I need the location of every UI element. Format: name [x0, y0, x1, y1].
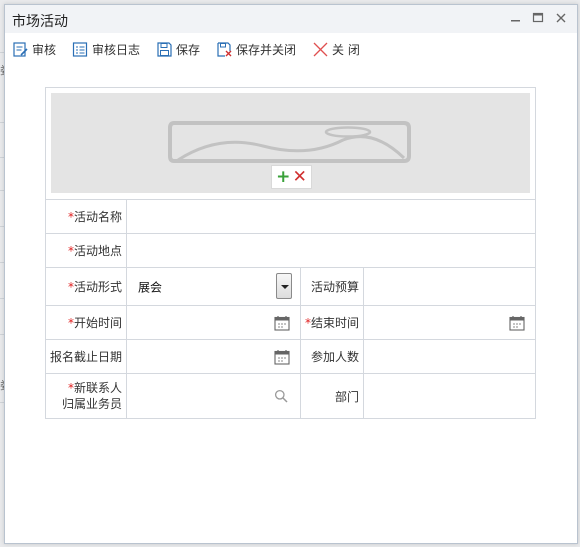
- audit-icon: [12, 41, 29, 58]
- form-type-value: 展会: [138, 280, 163, 294]
- toolbar: 审核 审核日志 保存 保存并关闭 关 闭: [5, 33, 577, 63]
- form-row-signup: 报名截止日期 参加人数: [46, 340, 535, 374]
- image-upload-row: + ✕: [46, 88, 535, 200]
- save-icon: [156, 41, 173, 58]
- minimize-icon: [511, 20, 520, 22]
- start-time-label-text: 开始时间: [73, 315, 122, 330]
- contact-label-line2: 归属业务员: [61, 397, 122, 411]
- image-placeholder-icon: [168, 121, 411, 163]
- contact-input[interactable]: [127, 374, 301, 418]
- start-time-input[interactable]: [127, 306, 301, 339]
- signup-deadline-label: 报名截止日期: [46, 340, 127, 373]
- participants-label: 参加人数: [301, 340, 364, 373]
- calendar-icon[interactable]: [274, 315, 290, 331]
- location-label-text: 活动地点: [73, 243, 122, 258]
- audit-log-button[interactable]: 审核日志: [72, 40, 140, 58]
- search-icon[interactable]: [274, 389, 288, 403]
- image-actions: + ✕: [271, 165, 312, 189]
- form-type-select[interactable]: 展会: [127, 268, 301, 305]
- form-row-activity-name: * 活动名称: [46, 200, 535, 234]
- save-label: 保存: [176, 42, 201, 57]
- form-row-time: * 开始时间 * 结束时间: [46, 306, 535, 340]
- form-type-label: * 活动形式: [46, 268, 127, 305]
- participants-input[interactable]: [364, 340, 535, 373]
- close-window-button[interactable]: [554, 11, 568, 25]
- end-time-label: * 结束时间: [301, 306, 364, 339]
- save-close-label: 保存并关闭: [236, 42, 297, 57]
- location-label: * 活动地点: [46, 234, 127, 267]
- save-and-close-button[interactable]: 保存并关闭: [216, 40, 296, 58]
- activity-name-input[interactable]: [127, 200, 535, 233]
- add-image-button[interactable]: +: [276, 168, 290, 186]
- audit-log-icon: [72, 41, 89, 58]
- form-type-label-text: 活动形式: [73, 279, 122, 294]
- save-close-icon: [216, 41, 233, 58]
- activity-form: + ✕ *活动名称 *活动地点 *活动形式 展会 活动预算 *开始时间: [45, 87, 536, 419]
- save-button[interactable]: 保存: [156, 40, 200, 58]
- close-label: 关 闭: [332, 42, 360, 57]
- maximize-button[interactable]: [531, 11, 545, 25]
- end-time-label-text: 结束时间: [310, 316, 359, 330]
- end-time-input[interactable]: [364, 306, 535, 339]
- close-icon: [556, 13, 566, 23]
- dialog-title: 市场活动: [12, 14, 68, 30]
- department-input[interactable]: [364, 374, 535, 418]
- calendar-icon[interactable]: [274, 349, 290, 365]
- title-bar[interactable]: 市场活动: [5, 5, 577, 33]
- image-placeholder[interactable]: + ✕: [51, 93, 530, 193]
- audit-label: 审核: [32, 42, 57, 57]
- signup-deadline-input[interactable]: [127, 340, 301, 373]
- form-row-form-type: * 活动形式 展会 活动预算: [46, 268, 535, 306]
- department-label: 部门: [301, 374, 364, 418]
- form-row-location: * 活动地点: [46, 234, 535, 268]
- audit-log-label: 审核日志: [92, 42, 141, 57]
- close-x-icon: [312, 41, 329, 58]
- maximize-icon: [532, 12, 544, 23]
- audit-button[interactable]: 审核: [12, 40, 56, 58]
- close-button[interactable]: 关 闭: [312, 40, 360, 58]
- budget-label: 活动预算: [301, 268, 364, 305]
- minimize-button[interactable]: [509, 11, 523, 25]
- location-input[interactable]: [127, 234, 535, 267]
- form-row-contact: *新联系人 归属业务员 部门: [46, 374, 535, 418]
- start-time-label: * 开始时间: [46, 306, 127, 339]
- contact-label-line1: 新联系人: [73, 381, 122, 395]
- contact-label: *新联系人 归属业务员: [46, 374, 127, 418]
- activity-name-label: * 活动名称: [46, 200, 127, 233]
- dropdown-arrow-icon[interactable]: [276, 273, 292, 299]
- remove-image-button[interactable]: ✕: [293, 168, 307, 186]
- budget-input[interactable]: [364, 268, 535, 305]
- activity-name-label-text: 活动名称: [73, 209, 122, 224]
- calendar-icon[interactable]: [509, 315, 525, 331]
- dialog-window: 市场活动 审核 审核日志 保存 保存并关闭 关 闭 + ✕ * 活动名称 * 活…: [4, 4, 578, 544]
